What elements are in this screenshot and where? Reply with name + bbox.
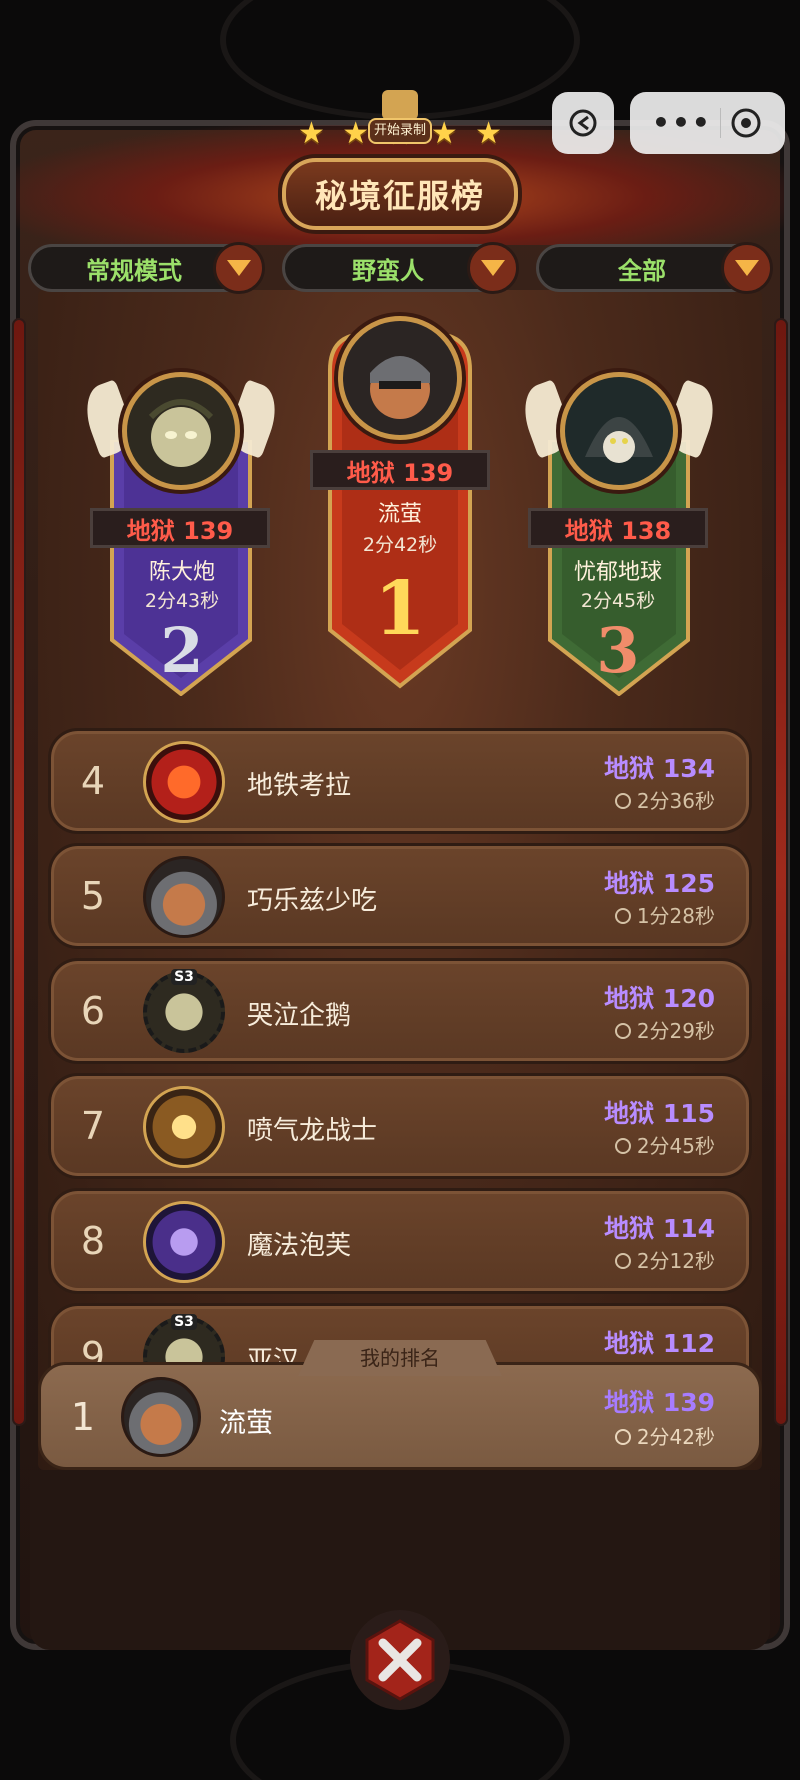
rank-number: 2: [160, 614, 204, 687]
clock-icon: [614, 908, 631, 924]
row-time: 1分28秒: [614, 900, 715, 929]
season-badge: S3: [171, 969, 197, 985]
row-time-text: 1分28秒: [636, 904, 715, 928]
back-button[interactable]: [552, 92, 614, 154]
clock-icon: [614, 1023, 631, 1039]
page-title-plate: 秘境征服榜: [282, 158, 518, 230]
lantern-avatar-icon[interactable]: [143, 1086, 225, 1168]
row-rank: 5: [80, 874, 106, 918]
star-icon: ★: [342, 116, 370, 151]
rank-number: 3: [596, 614, 640, 687]
row-rank: 4: [80, 759, 106, 803]
player-name: 流萤: [377, 502, 422, 527]
barbarian-avatar-icon[interactable]: [143, 856, 225, 938]
target-icon[interactable]: [729, 106, 763, 140]
more-icon[interactable]: •••: [652, 109, 712, 137]
row-time-text: 2分36秒: [636, 789, 715, 813]
my-time-text: 2分42秒: [636, 1425, 715, 1449]
podium-level-ribbon: 地狱 138: [528, 508, 708, 548]
page-title: 秘境征服榜: [314, 177, 485, 215]
leaderboard-row[interactable]: 7 喷气龙战士 地狱 115 2分45秒: [48, 1073, 752, 1179]
mode-filter-dropdown[interactable]: 常规模式: [28, 242, 265, 294]
dropdown-icon[interactable]: [721, 242, 773, 294]
avatar[interactable]: [560, 372, 678, 490]
player-name: 魔法泡芙: [247, 1231, 352, 1261]
star-icon: ★: [475, 116, 502, 151]
player-name: 陈大炮: [148, 560, 215, 585]
player-name: 忧郁地球: [573, 560, 662, 585]
fire-emblem-avatar-icon[interactable]: [143, 741, 225, 823]
clock-icon: [614, 1429, 631, 1445]
panel-side-bar: [12, 318, 26, 1426]
podium-level-ribbon: 地狱 139: [90, 508, 270, 548]
row-level: 地狱 125: [604, 869, 715, 898]
row-time: 2分36秒: [614, 785, 715, 814]
row-level: 地狱 112: [604, 1329, 715, 1358]
close-icon: [365, 1619, 435, 1701]
dropdown-icon[interactable]: [467, 242, 519, 294]
leaderboard-row[interactable]: 6 S3 哭泣企鹅 地狱 120 2分29秒: [48, 958, 752, 1064]
row-rank: 7: [80, 1104, 106, 1148]
row-level: 地狱 115: [604, 1099, 715, 1128]
row-level: 地狱 120: [604, 984, 715, 1013]
class-filter-dropdown[interactable]: 野蛮人: [282, 242, 519, 294]
scope-filter-dropdown[interactable]: 全部: [536, 242, 773, 294]
row-time-text: 2分45秒: [636, 1134, 715, 1158]
panel-side-bar: [774, 318, 788, 1426]
clock-icon: [614, 1138, 631, 1154]
my-time: 2分42秒: [614, 1421, 715, 1450]
player-name: 地铁考拉: [247, 771, 352, 801]
avatar[interactable]: [338, 316, 462, 440]
my-rank-tab: 我的排名: [298, 1340, 502, 1376]
player-name: 哭泣企鹅: [247, 1001, 352, 1031]
clock-icon: [614, 1253, 631, 1269]
mini-program-capsule: •••: [630, 92, 785, 154]
my-rank-number: 1: [70, 1395, 96, 1439]
player-name: 巧乐兹少吃: [247, 886, 378, 916]
back-icon: [569, 109, 597, 137]
row-time-text: 2分29秒: [636, 1019, 715, 1043]
clear-time: 2分42秒: [362, 534, 438, 556]
row-time: 2分29秒: [614, 1015, 715, 1044]
leaderboard-row[interactable]: 8 魔法泡芙 地狱 114 2分12秒: [48, 1188, 752, 1294]
clock-icon: [614, 793, 631, 809]
record-button[interactable]: 开始录制: [368, 118, 432, 144]
leaderboard-row[interactable]: 5 巧乐兹少吃 地狱 125 1分28秒: [48, 843, 752, 949]
rank-number: 1: [374, 566, 426, 652]
barbarian-avatar-icon: [370, 356, 430, 419]
close-button[interactable]: [350, 1610, 450, 1710]
my-rank-row[interactable]: 1 流萤 地狱 139 2分42秒: [38, 1362, 762, 1470]
moon-emblem-avatar-icon[interactable]: [143, 1201, 225, 1283]
barbarian-avatar-icon[interactable]: [121, 1377, 201, 1457]
row-level: 地狱 114: [604, 1214, 715, 1243]
hooded-mage-avatar-icon: [585, 417, 653, 463]
player-name: 喷气龙战士: [247, 1116, 378, 1146]
row-rank: 8: [80, 1219, 106, 1263]
row-time: 2分12秒: [614, 1245, 715, 1274]
star-icon: ★: [298, 116, 325, 151]
row-level: 地狱 134: [604, 754, 715, 783]
row-time: 2分45秒: [614, 1130, 715, 1159]
elf-avatar-icon: [148, 399, 214, 467]
avatar[interactable]: [122, 372, 240, 490]
row-time-text: 2分12秒: [636, 1249, 715, 1273]
dropdown-icon[interactable]: [213, 242, 265, 294]
clear-time: 2分43秒: [144, 590, 220, 612]
elf-avatar-icon[interactable]: S3: [143, 969, 225, 1053]
clear-time: 2分45秒: [580, 590, 656, 612]
season-badge: S3: [171, 1314, 197, 1330]
leaderboard-row[interactable]: 4 地铁考拉 地狱 134 2分36秒: [48, 728, 752, 834]
podium-level-ribbon: 地狱 139: [310, 450, 490, 490]
star-icon: ★: [430, 116, 458, 151]
my-player-name: 流萤: [219, 1408, 273, 1439]
row-rank: 6: [80, 989, 106, 1033]
my-level: 地狱 139: [604, 1388, 715, 1417]
capsule-divider: [719, 108, 721, 138]
